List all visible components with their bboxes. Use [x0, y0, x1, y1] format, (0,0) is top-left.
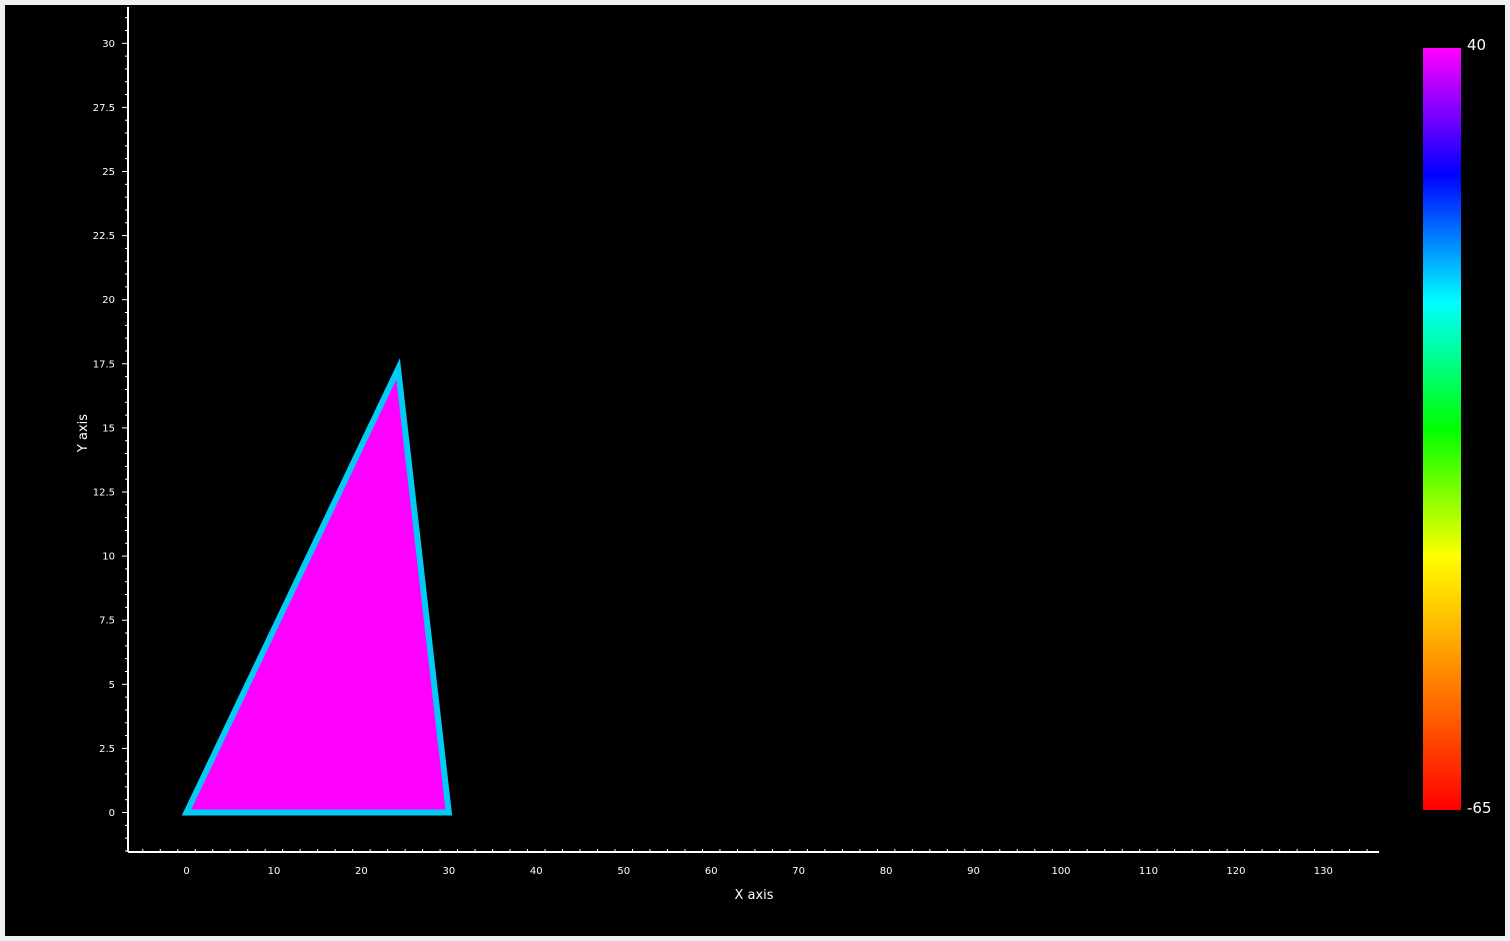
y-tick-label: 27.5 [93, 103, 115, 114]
chart-canvas: 0 10 20 30 40 50 60 70 80 90 100 110 120 130 0 2.5 5 7.5… [76, 7, 1492, 903]
x-tick-label: 60 [705, 866, 718, 877]
colorbar: 40 -65 [1423, 36, 1492, 817]
y-tick-label: 12.5 [93, 488, 115, 499]
y-tick-label: 7.5 [99, 616, 115, 627]
y-tick-label: 5 [109, 680, 115, 691]
x-axis-title: X axis [734, 888, 773, 903]
y-tick-label: 17.5 [93, 359, 115, 370]
y-axis-title: Y axis [76, 414, 91, 453]
x-tick-label: 70 [792, 866, 805, 877]
colorbar-max-label: 40 [1467, 36, 1486, 54]
x-tick-label: 30 [442, 866, 455, 877]
x-tick-label: 20 [355, 866, 368, 877]
x-axis-ticks: 0 10 20 30 40 50 60 70 80 90 100 110 120 130 [142, 849, 1368, 877]
x-tick-label: 80 [880, 866, 893, 877]
y-tick-label: 25 [102, 167, 115, 178]
x-tick-label: 90 [967, 866, 980, 877]
x-tick-label: 130 [1314, 866, 1333, 877]
y-tick-label: 2.5 [99, 744, 115, 755]
colorbar-gradient [1423, 48, 1461, 810]
shapes-layer [181, 358, 453, 816]
y-axis-ticks: 0 2.5 5 7.5 10 12.5 15 17.5 20 22.5 25 27.5 30 [93, 17, 128, 852]
y-tick-label: 20 [102, 295, 115, 306]
colorbar-min-label: -65 [1467, 799, 1492, 817]
x-tick-label: 110 [1139, 866, 1158, 877]
plot-viewport[interactable]: 0 10 20 30 40 50 60 70 80 90 100 110 120 130 0 2.5 5 7.5… [5, 5, 1505, 936]
y-tick-label: 10 [102, 552, 115, 563]
x-tick-label: 10 [268, 866, 281, 877]
y-tick-label: 30 [102, 39, 115, 50]
x-tick-label: 40 [530, 866, 543, 877]
y-tick-label: 22.5 [93, 231, 115, 242]
y-tick-label: 15 [102, 423, 115, 434]
x-tick-label: 50 [617, 866, 630, 877]
shape-triangle [181, 358, 453, 816]
x-tick-label: 100 [1051, 866, 1070, 877]
x-tick-label: 120 [1226, 866, 1245, 877]
x-tick-label: 0 [183, 866, 189, 877]
y-tick-label: 0 [109, 808, 115, 819]
